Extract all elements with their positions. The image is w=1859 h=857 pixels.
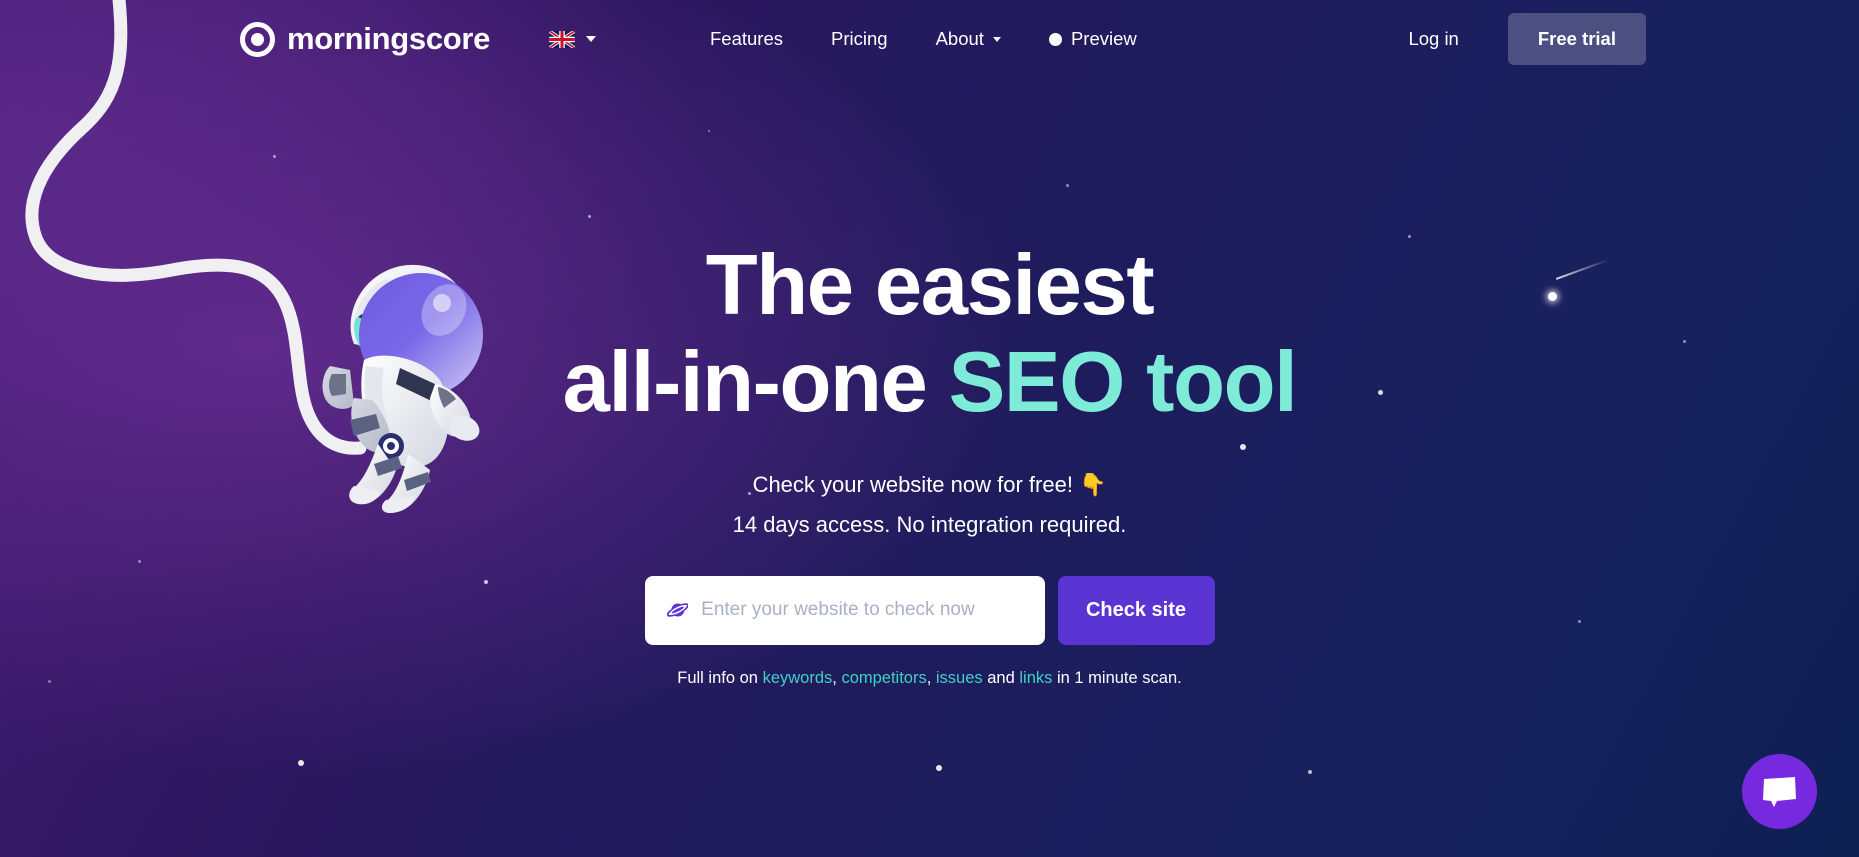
site-input[interactable] — [701, 599, 1023, 622]
link-competitors[interactable]: competitors — [841, 669, 926, 687]
link-issues[interactable]: issues — [936, 669, 983, 687]
nav-item-features-label: Features — [710, 28, 784, 49]
nav-item-about[interactable]: About — [936, 28, 1001, 50]
planet-icon — [666, 603, 689, 618]
nav-item-about-label: About — [935, 28, 984, 49]
preview-dot-icon — [1048, 32, 1062, 46]
check-site-button[interactable]: Check site — [1057, 575, 1215, 645]
headline-line-1: The easiest — [705, 238, 1155, 333]
uk-flag-icon — [549, 30, 575, 48]
page-title: The easiest all-in-one SEO tool — [0, 238, 1859, 432]
link-keywords[interactable]: keywords — [763, 669, 833, 687]
header-actions: Log in Free trial — [1408, 13, 1646, 65]
logo-text: morningscore — [287, 21, 491, 56]
main-navigation: Features Pricing About Preview — [710, 28, 1137, 50]
language-selector[interactable] — [549, 30, 596, 48]
chat-widget-button[interactable] — [1742, 754, 1817, 829]
chevron-down-icon — [586, 36, 596, 42]
site-header: morningscore Features Pricing About Prev… — [0, 0, 1859, 78]
nav-item-pricing-label: Pricing — [831, 28, 888, 49]
headline-line-2: all-in-one SEO tool — [0, 335, 1859, 432]
login-link[interactable]: Log in — [1408, 28, 1458, 50]
fineprint: Full info on keywords, competitors, issu… — [0, 669, 1859, 688]
chat-bubble-icon — [1762, 776, 1796, 807]
hero-subtitle-secondary: 14 days access. No integration required. — [732, 511, 1127, 537]
logo[interactable]: morningscore — [240, 21, 490, 57]
hero-section: The easiest all-in-one SEO tool Check yo… — [0, 238, 1859, 688]
landing-page: morningscore Features Pricing About Prev… — [0, 0, 1859, 857]
fineprint-prefix: Full info on — [677, 668, 763, 687]
fineprint-sep-3: and — [982, 668, 1020, 687]
free-trial-button[interactable]: Free trial — [1507, 13, 1646, 65]
nav-item-preview[interactable]: Preview — [1048, 28, 1137, 50]
fineprint-suffix: in 1 minute scan. — [1052, 668, 1182, 687]
chevron-down-icon — [992, 36, 1001, 42]
nav-item-features[interactable]: Features — [710, 28, 783, 50]
headline-accent: SEO tool — [948, 334, 1298, 430]
fineprint-sep-2: , — [926, 668, 936, 687]
site-input-wrapper[interactable] — [644, 575, 1045, 645]
site-check-form: Check site — [0, 575, 1859, 645]
link-links[interactable]: links — [1019, 669, 1052, 687]
nav-item-pricing[interactable]: Pricing — [831, 28, 888, 50]
headline-line-2-plain: all-in-one — [562, 334, 949, 430]
circle-dot-logo-icon — [240, 21, 275, 57]
hero-subtitle-primary: Check your website now for free! 👇 — [752, 471, 1107, 497]
nav-item-preview-label: Preview — [1070, 28, 1137, 49]
